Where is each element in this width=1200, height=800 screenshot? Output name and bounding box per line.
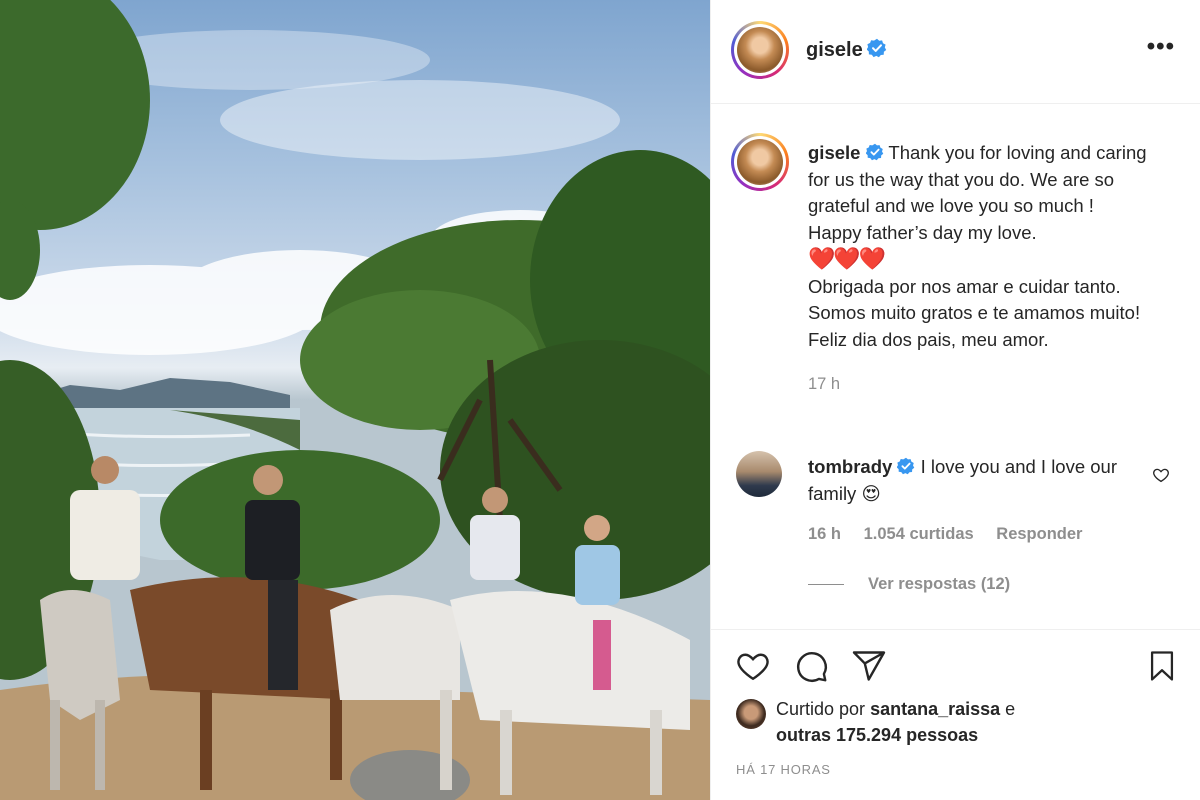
replies-divider [808, 584, 844, 586]
heart-icon[interactable] [735, 648, 771, 684]
post-timestamp[interactable]: HÁ 17 HORAS [736, 762, 831, 777]
liked-by-prefix: Curtido por [776, 699, 866, 719]
comment-emoji: 😍 [861, 482, 881, 504]
paper-plane-icon[interactable] [851, 648, 887, 684]
comment-heart-icon[interactable] [1152, 466, 1170, 484]
comment-avatar[interactable] [736, 451, 782, 497]
comment-icon[interactable] [793, 648, 829, 684]
verified-badge-icon [897, 457, 915, 475]
caption-time[interactable]: 17 h [808, 371, 1148, 398]
trees [160, 150, 710, 600]
comment-likes[interactable]: 1.054 curtidas [864, 525, 974, 543]
comment-username[interactable]: tombrady [808, 456, 892, 477]
post-panel: gisele ••• gisele Thank you for loving a… [710, 0, 1200, 800]
comment-time[interactable]: 16 h [808, 525, 841, 543]
post-caption: gisele Thank you for loving and caring f… [808, 140, 1148, 398]
comment: tombrady I love you and I love our famil… [808, 454, 1138, 507]
more-horizontal-icon[interactable]: ••• [1147, 35, 1175, 59]
others-count[interactable]: outras 175.294 pessoas [776, 725, 978, 745]
header-username[interactable]: gisele [806, 39, 863, 61]
view-replies-button[interactable]: Ver respostas (12) [808, 575, 1010, 594]
caption-hearts: ❤️❤️❤️ [808, 246, 886, 271]
verified-badge-icon [867, 38, 887, 58]
actions-bar: Curtido por santana_raissa e outras 175.… [711, 629, 1200, 800]
liker-avatar[interactable] [736, 699, 766, 729]
liked-by-connector: e [1005, 699, 1016, 719]
liker-username[interactable]: santana_raissa [870, 699, 1000, 719]
header-avatar[interactable] [731, 21, 789, 79]
photo-illustration [0, 0, 710, 800]
caption-avatar[interactable] [731, 133, 789, 191]
reply-button[interactable]: Responder [996, 525, 1082, 543]
post-header: gisele ••• [711, 0, 1200, 104]
comment-meta: 16 h 1.054 curtidas Responder [808, 525, 1100, 544]
bookmark-icon[interactable] [1145, 648, 1179, 684]
view-replies-label: Ver respostas (12) [868, 575, 1011, 593]
verified-badge-icon [865, 143, 883, 161]
caption-text-pt: Obrigada por nos amar e cuidar tanto. So… [808, 275, 1141, 350]
caption-username[interactable]: gisele [808, 142, 860, 163]
post-photo[interactable] [0, 0, 710, 800]
